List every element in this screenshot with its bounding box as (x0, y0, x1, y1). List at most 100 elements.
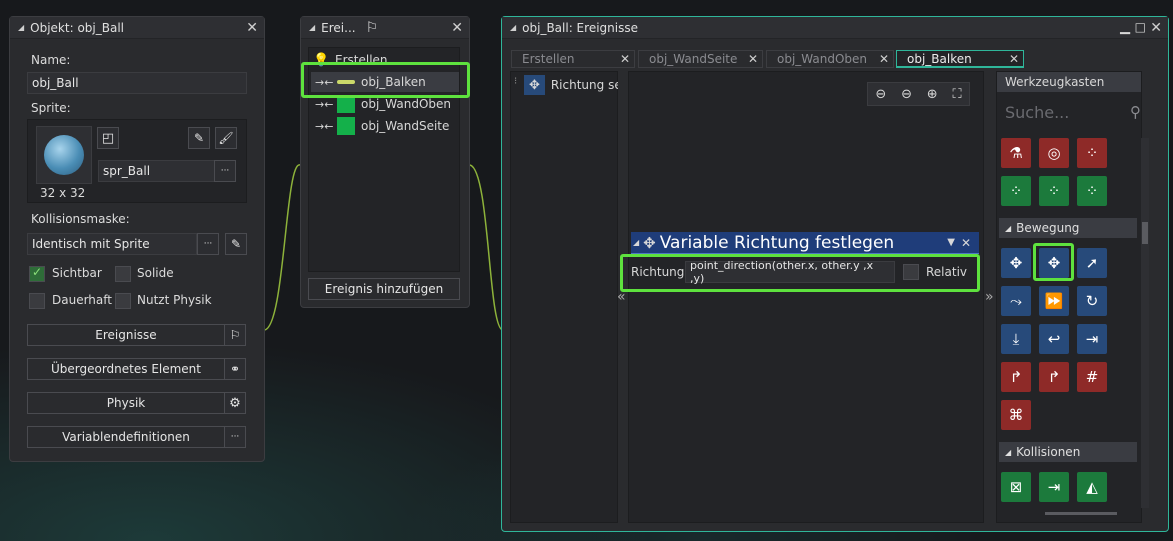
collapse-icon[interactable]: ◢ (510, 23, 516, 32)
events-panel-header[interactable]: ◢ Erei... ⚐ (301, 17, 469, 39)
return-icon: ↩ (1047, 330, 1061, 348)
physics-button[interactable]: Physik (27, 392, 225, 414)
event-collision-wandseite[interactable]: →← obj_WandSeite (311, 116, 449, 136)
tool-wrap-a[interactable]: ↱ (1001, 362, 1031, 392)
tool-bounce[interactable]: ↩ (1039, 324, 1069, 354)
tab-close-icon[interactable]: ✕ (1009, 52, 1019, 66)
variables-button[interactable]: Variablendefinitionen (27, 426, 225, 448)
dots-icon: ⁘ (1009, 182, 1023, 200)
command-icon: ⌘ (1008, 406, 1024, 424)
maximize-icon[interactable]: □ (1135, 20, 1146, 34)
toolbox-zoom-slider[interactable] (1045, 512, 1117, 515)
collapse-icon[interactable]: ◢ (633, 238, 639, 247)
move-icon: ✥ (643, 233, 656, 252)
tool-move-fixed[interactable]: ✥ (1001, 248, 1031, 278)
drag-handle-icon[interactable]: ⁝ (514, 76, 517, 87)
tab-wandseite[interactable]: obj_WandSeite ✕ (638, 50, 763, 68)
tool-wrap-b[interactable]: ↱ (1039, 362, 1069, 392)
persistent-checkbox[interactable] (29, 293, 45, 309)
tool-collision-shape[interactable]: ◭ (1077, 472, 1107, 502)
search-input[interactable]: Suche... (1005, 103, 1069, 122)
collision-edit-button[interactable]: ✎ (225, 233, 247, 255)
variables-more-button[interactable]: ··· (224, 426, 246, 448)
name-field[interactable]: obj_Ball (27, 72, 247, 94)
add-event-button[interactable]: Ereignis hinzufügen (308, 278, 460, 300)
sprite-select[interactable]: spr_Ball (98, 160, 215, 182)
parent-icon-button[interactable]: ⚭ (224, 358, 246, 380)
minimize-icon[interactable]: ▁ (1120, 20, 1130, 35)
arrow-diagonal-icon: ➚ (1085, 254, 1099, 272)
tool-create-instance[interactable]: ⚗ (1001, 138, 1031, 168)
tool-gravity[interactable]: ⤓ (1001, 324, 1031, 354)
toolbox-scrollbar[interactable] (1141, 138, 1149, 508)
edit-sprite-button[interactable]: ✎ (188, 127, 210, 149)
highlight-event-balken (301, 62, 470, 98)
collapse-icon[interactable]: ◢ (18, 23, 24, 32)
zoom-out-icon[interactable]: ⊖ (875, 87, 886, 102)
scrollbar-thumb[interactable] (1142, 222, 1148, 244)
tab-label: obj_Balken (907, 51, 972, 66)
close-icon[interactable]: ✕ (1150, 20, 1162, 36)
tool-instance-b[interactable]: ⁘ (1039, 176, 1069, 206)
paint-sprite-button[interactable]: 🖌 (215, 127, 237, 149)
tool-grid[interactable]: # (1077, 362, 1107, 392)
new-sprite-button[interactable]: ◰ (97, 127, 119, 149)
tool-collision-check[interactable]: ⊠ (1001, 472, 1031, 502)
sprite-size: 32 x 32 (40, 186, 86, 200)
section-movement[interactable]: ◢ Bewegung (999, 218, 1137, 238)
tool-jump[interactable]: ⤳ (1001, 286, 1031, 316)
zoom-in-icon[interactable]: ⊕ (927, 87, 938, 102)
tab-close-icon[interactable]: ✕ (748, 52, 758, 66)
tab-close-icon[interactable]: ✕ (879, 52, 889, 66)
tool-reverse[interactable]: ↻ (1077, 286, 1107, 316)
close-icon[interactable]: ✕ (961, 236, 971, 250)
tool-move-towards[interactable]: ➚ (1077, 248, 1107, 278)
solid-checkbox[interactable] (115, 266, 131, 282)
tab-balken[interactable]: obj_Balken ✕ (896, 50, 1024, 68)
section-collisions[interactable]: ◢ Kollisionen (999, 442, 1137, 462)
tab-close-icon[interactable]: ✕ (620, 52, 630, 66)
close-icon[interactable]: ✕ (246, 20, 258, 36)
collision-browse-button[interactable]: ··· (197, 233, 219, 255)
tool-instance-a[interactable]: ⁘ (1001, 176, 1031, 206)
turn-icon: ↱ (1047, 368, 1061, 386)
sprite-browse-button[interactable]: ··· (214, 160, 236, 182)
dots-icon: ⁘ (1047, 182, 1061, 200)
new-sprite-icon: ◰ (101, 130, 115, 146)
editor-panel-header[interactable]: ◢ obj_Ball: Ereignisse (502, 17, 1168, 39)
toolbox-search[interactable]: Suche... ⚲ (1005, 100, 1145, 124)
tab-wandoben[interactable]: obj_WandOben ✕ (766, 50, 894, 68)
add-event-label: Ereignis hinzufügen (324, 282, 444, 296)
collapse-icon[interactable]: ◢ (309, 23, 315, 32)
nav-right-icon[interactable]: » (985, 289, 994, 305)
close-icon[interactable]: ✕ (451, 20, 463, 36)
collision-mask-select[interactable]: Identisch mit Sprite (27, 233, 197, 255)
events-panel-title: Erei... (321, 20, 356, 35)
sprite-preview[interactable] (36, 126, 92, 184)
action-header[interactable]: ◢ ✥ Variable Richtung festlegen ▼ ✕ (631, 232, 979, 254)
parent-button[interactable]: Übergeordnetes Element (27, 358, 225, 380)
visible-checkbox[interactable]: ✓ (29, 265, 45, 282)
uses-physics-checkbox[interactable] (115, 293, 131, 309)
tab-erstellen[interactable]: Erstellen ✕ (511, 50, 635, 68)
tool-scatter[interactable]: ⁘ (1077, 138, 1107, 168)
tool-path[interactable]: ⇥ (1077, 324, 1107, 354)
collapse-icon: ◢ (1005, 447, 1012, 457)
tool-command[interactable]: ⌘ (1001, 400, 1031, 430)
tool-target[interactable]: ◎ (1039, 138, 1069, 168)
physics-icon-button[interactable]: ⚙ (224, 392, 246, 414)
events-flag-button[interactable]: ⚐ (224, 324, 246, 346)
search-icon[interactable]: ⚲ (1130, 103, 1141, 121)
events-button[interactable]: Ereignisse (27, 324, 225, 346)
tool-instance-c[interactable]: ⁘ (1077, 176, 1107, 206)
action-item-direction[interactable]: ✥ Richtung se (524, 75, 618, 95)
tool-speed[interactable]: ⏩ (1039, 286, 1069, 316)
fit-screen-icon[interactable]: ⛶ (952, 87, 961, 102)
dropdown-icon[interactable]: ▼ (947, 237, 955, 248)
collision-box-icon: ⊠ (1009, 478, 1023, 496)
zoom-reset-icon[interactable]: ⊖ (901, 87, 912, 102)
persistent-label: Dauerhaft (52, 293, 112, 307)
sprite-box: 32 x 32 ◰ ✎ 🖌 spr_Ball ··· (27, 119, 247, 203)
tool-move-contact[interactable]: ⇥ (1039, 472, 1069, 502)
object-panel-header[interactable]: ◢ Objekt: obj_Ball (10, 17, 264, 39)
